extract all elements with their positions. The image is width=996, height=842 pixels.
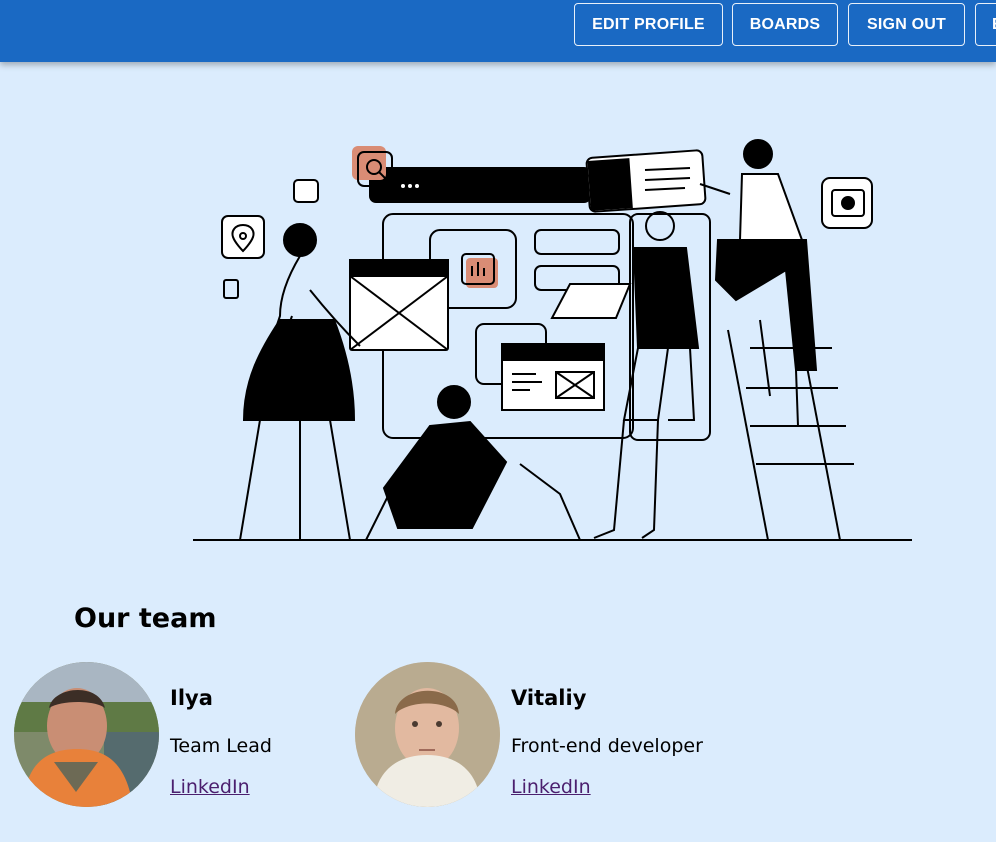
avatar-photo [14,662,159,807]
member-role: Front-end developer [511,735,703,757]
team-member-card: Vitaliy Front-end developer LinkedIn [355,662,735,808]
boards-button[interactable]: Boards [732,3,838,46]
team-illustration [193,139,912,541]
sign-out-button[interactable]: Sign out [848,3,965,46]
avatar [355,662,500,807]
member-name: Ilya [170,686,213,710]
member-name: Vitaliy [511,686,587,710]
avatar [14,662,159,807]
team-section-title: Our team [74,603,217,634]
linkedin-link[interactable]: LinkedIn [170,776,250,798]
linkedin-link[interactable]: LinkedIn [511,776,591,798]
member-role: Team Lead [170,735,272,757]
avatar-photo [355,662,500,807]
app-bar: Edit profile Boards Sign out E [0,0,996,62]
language-button[interactable]: E [975,3,996,46]
edit-profile-button[interactable]: Edit profile [574,3,723,46]
team-member-card: Ilya Team Lead LinkedIn [14,662,314,808]
